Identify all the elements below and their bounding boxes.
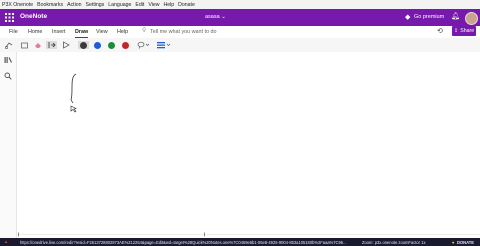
share-icon: ⇪: [453, 28, 459, 34]
share-label: Share: [460, 28, 475, 34]
menu-language[interactable]: Language: [108, 2, 131, 8]
menu-donate[interactable]: Donate: [178, 2, 195, 8]
left-rail: [0, 52, 17, 238]
menu-p3x-onenote[interactable]: P3X Onenote: [2, 2, 33, 8]
tab-view[interactable]: View: [96, 29, 108, 35]
triangle-pen-icon[interactable]: [61, 41, 70, 49]
avatar[interactable]: [465, 12, 478, 25]
go-premium-link[interactable]: Go premium: [414, 14, 444, 20]
ribbon-tabs: File Home Insert Draw View Help 💡︎ Tell …: [0, 26, 480, 38]
pen-blue[interactable]: [93, 41, 102, 49]
notebook-name[interactable]: asasa ⌄: [205, 14, 226, 20]
bell-icon[interactable]: 🔔︎: [451, 12, 460, 20]
ink-stroke: [70, 73, 77, 113]
status-bar: ▲ https://onedrive.live.com/redir?resid=…: [0, 238, 480, 246]
menu-view[interactable]: View: [148, 2, 159, 8]
pen-black[interactable]: [78, 41, 89, 49]
title-bar: OneNote asasa ⌄ ◆ Go premium 🔔︎: [0, 9, 480, 26]
menu-settings[interactable]: Settings: [86, 2, 105, 8]
tell-me-search[interactable]: Tell me what you want to do: [150, 29, 217, 35]
notebooks-icon[interactable]: [4, 56, 12, 64]
status-url: https://onedrive.live.com/redir?resid=F2…: [20, 239, 347, 245]
draw-ribbon: [0, 38, 480, 53]
tab-help[interactable]: Help: [117, 29, 128, 35]
search-icon[interactable]: [4, 72, 12, 80]
tab-home[interactable]: Home: [28, 29, 42, 35]
app-menubar: P3X Onenote Bookmarks Action Settings La…: [0, 0, 480, 9]
select-box-icon[interactable]: [20, 41, 28, 49]
premium-diamond-icon: ◆: [405, 14, 411, 21]
menu-edit[interactable]: Edit: [135, 2, 144, 8]
menu-bookmarks[interactable]: Bookmarks: [37, 2, 63, 8]
lasso-select-icon[interactable]: [4, 41, 14, 49]
sync-icon[interactable]: ⟲: [437, 27, 443, 35]
line-thickness-dropdown-icon[interactable]: [156, 41, 171, 49]
note-canvas[interactable]: [17, 52, 480, 238]
zoom-readout: Zoom: p3x.onenote.zoomFactor 1x: [362, 239, 426, 245]
menu-action[interactable]: Action: [67, 2, 81, 8]
pen-red[interactable]: [121, 41, 130, 49]
share-button[interactable]: ⇪ Share: [452, 26, 476, 36]
tab-draw[interactable]: Draw: [75, 29, 89, 38]
pen-select-icon[interactable]: [46, 41, 57, 49]
lightbulb-icon: 💡︎: [142, 28, 147, 34]
donate-heart-icon: ♥: [452, 239, 455, 245]
tab-insert[interactable]: Insert: [52, 29, 65, 35]
pen-green[interactable]: [107, 41, 116, 49]
status-icon: ▲: [4, 239, 9, 244]
menu-help[interactable]: Help: [163, 2, 174, 8]
horizontal-scrollbar[interactable]: [17, 232, 480, 237]
tab-file[interactable]: File: [9, 29, 18, 35]
lasso-dropdown-icon[interactable]: [136, 41, 150, 49]
app-name: OneNote: [20, 13, 48, 20]
eraser-icon[interactable]: [33, 41, 42, 49]
mouse-cursor-icon: [70, 105, 77, 113]
app-launcher-icon[interactable]: [5, 13, 14, 22]
donate-link[interactable]: DONATE: [457, 240, 474, 245]
